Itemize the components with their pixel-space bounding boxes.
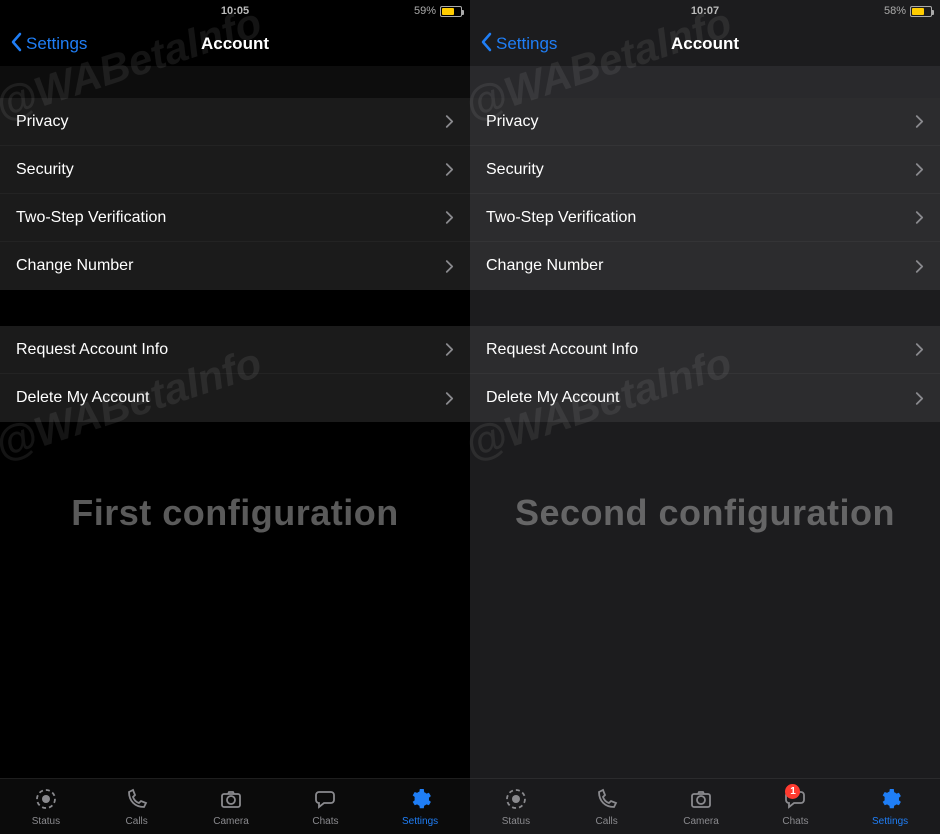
- tab-bar: Status Calls Camera Chats Settings: [0, 778, 470, 834]
- chevron-right-icon: [445, 114, 454, 129]
- row-change-number[interactable]: Change Number: [470, 242, 940, 290]
- chevron-right-icon: [915, 162, 924, 177]
- tab-chats[interactable]: Chats: [312, 787, 338, 827]
- chevron-right-icon: [445, 162, 454, 177]
- row-delete-my-account[interactable]: Delete My Account: [470, 374, 940, 422]
- caption-text: First configuration: [71, 492, 399, 534]
- back-label: Settings: [496, 34, 557, 54]
- tab-label: Calls: [596, 816, 618, 827]
- section-gap: [470, 290, 940, 326]
- row-label: Delete My Account: [486, 389, 619, 407]
- chevron-right-icon: [915, 210, 924, 225]
- tab-bar: Status Calls Camera 1 Chats Settings: [470, 778, 940, 834]
- chevron-left-icon: [480, 32, 494, 57]
- screen-second-config: @WABetaInfo @WABetaInfo 10:07 58% Settin…: [470, 0, 940, 834]
- row-label: Privacy: [16, 113, 68, 131]
- tab-label: Camera: [683, 816, 719, 827]
- gear-icon: [407, 787, 433, 814]
- row-label: Security: [16, 161, 74, 179]
- camera-icon: [218, 787, 244, 814]
- caption: Second configuration: [470, 422, 940, 778]
- row-two-step-verification[interactable]: Two-Step Verification: [470, 194, 940, 242]
- tab-camera[interactable]: Camera: [683, 787, 719, 827]
- battery-icon: [910, 6, 932, 17]
- tab-settings[interactable]: Settings: [872, 787, 908, 827]
- camera-icon: [688, 787, 714, 814]
- chats-badge: 1: [785, 784, 800, 799]
- row-label: Request Account Info: [16, 341, 168, 359]
- battery-text: 59%: [414, 5, 436, 17]
- chevron-right-icon: [445, 259, 454, 274]
- tab-label: Status: [32, 816, 60, 827]
- tab-label: Chats: [312, 816, 338, 827]
- row-label: Change Number: [16, 257, 133, 275]
- tab-calls[interactable]: Calls: [594, 787, 620, 827]
- battery-icon: [440, 6, 462, 17]
- tab-calls[interactable]: Calls: [124, 787, 150, 827]
- tab-label: Settings: [402, 816, 438, 827]
- tab-status[interactable]: Status: [502, 787, 530, 827]
- settings-group-2: Request Account Info Delete My Account: [0, 326, 470, 422]
- back-button[interactable]: Settings: [10, 32, 87, 57]
- chevron-right-icon: [445, 391, 454, 406]
- section-gap: [0, 66, 470, 98]
- tab-status[interactable]: Status: [32, 787, 60, 827]
- tab-label: Settings: [872, 816, 908, 827]
- row-label: Privacy: [486, 113, 538, 131]
- row-label: Request Account Info: [486, 341, 638, 359]
- chevron-right-icon: [915, 114, 924, 129]
- tab-label: Calls: [126, 816, 148, 827]
- nav-bar: Settings Account: [470, 22, 940, 66]
- back-label: Settings: [26, 34, 87, 54]
- row-request-account-info[interactable]: Request Account Info: [0, 326, 470, 374]
- chevron-right-icon: [915, 391, 924, 406]
- tab-camera[interactable]: Camera: [213, 787, 249, 827]
- row-label: Delete My Account: [16, 389, 149, 407]
- row-label: Two-Step Verification: [486, 209, 636, 227]
- status-bar: 10:07 58%: [470, 0, 940, 22]
- row-change-number[interactable]: Change Number: [0, 242, 470, 290]
- chevron-left-icon: [10, 32, 24, 57]
- chats-icon: [312, 787, 338, 814]
- row-label: Two-Step Verification: [16, 209, 166, 227]
- tab-label: Status: [502, 816, 530, 827]
- status-time: 10:05: [88, 5, 382, 17]
- chevron-right-icon: [445, 210, 454, 225]
- gear-icon: [877, 787, 903, 814]
- settings-group-1: Privacy Security Two-Step Verification C…: [0, 98, 470, 290]
- row-two-step-verification[interactable]: Two-Step Verification: [0, 194, 470, 242]
- row-security[interactable]: Security: [0, 146, 470, 194]
- row-privacy[interactable]: Privacy: [0, 98, 470, 146]
- section-gap: [470, 66, 940, 98]
- status-icon: [33, 787, 59, 814]
- chevron-right-icon: [915, 342, 924, 357]
- row-delete-my-account[interactable]: Delete My Account: [0, 374, 470, 422]
- row-label: Change Number: [486, 257, 603, 275]
- back-button[interactable]: Settings: [480, 32, 557, 57]
- phone-icon: [594, 787, 620, 814]
- settings-group-1: Privacy Security Two-Step Verification C…: [470, 98, 940, 290]
- battery-text: 58%: [884, 5, 906, 17]
- caption: First configuration: [0, 422, 470, 778]
- chevron-right-icon: [915, 259, 924, 274]
- tab-chats[interactable]: 1 Chats: [782, 787, 808, 827]
- caption-text: Second configuration: [515, 492, 895, 534]
- status-time: 10:07: [558, 5, 852, 17]
- nav-bar: Settings Account: [0, 22, 470, 66]
- status-bar: 10:05 59%: [0, 0, 470, 22]
- settings-group-2: Request Account Info Delete My Account: [470, 326, 940, 422]
- screen-first-config: @WABetaInfo @WABetaInfo 10:05 59% Settin…: [0, 0, 470, 834]
- tab-label: Chats: [782, 816, 808, 827]
- row-request-account-info[interactable]: Request Account Info: [470, 326, 940, 374]
- section-gap: [0, 290, 470, 326]
- phone-icon: [124, 787, 150, 814]
- row-privacy[interactable]: Privacy: [470, 98, 940, 146]
- row-label: Security: [486, 161, 544, 179]
- chevron-right-icon: [445, 342, 454, 357]
- tab-label: Camera: [213, 816, 249, 827]
- tab-settings[interactable]: Settings: [402, 787, 438, 827]
- status-icon: [503, 787, 529, 814]
- row-security[interactable]: Security: [470, 146, 940, 194]
